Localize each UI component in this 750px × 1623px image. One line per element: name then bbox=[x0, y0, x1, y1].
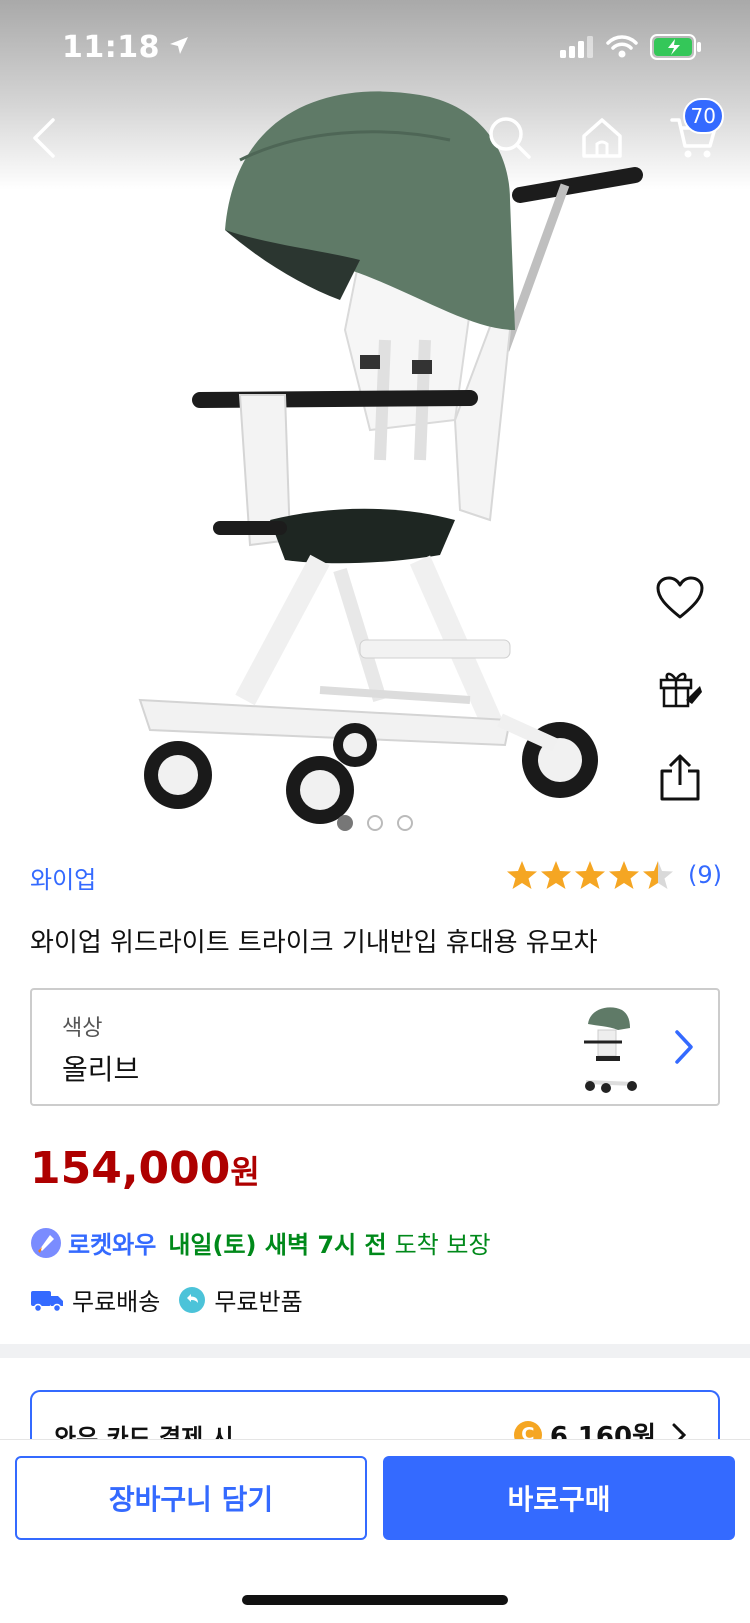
cart-count-badge: 70 bbox=[682, 98, 724, 134]
gallery-dot[interactable] bbox=[337, 815, 353, 831]
delivery-info: 로켓와우 내일(토) 새벽 7시 전 도착 보장 bbox=[30, 1225, 491, 1260]
chevron-right-icon bbox=[675, 1030, 693, 1064]
rating-summary[interactable]: (9) bbox=[506, 858, 722, 892]
back-chevron-icon bbox=[33, 118, 55, 158]
free-return-label: 무료반품 bbox=[214, 1288, 303, 1316]
home-button[interactable] bbox=[572, 108, 632, 168]
wifi-icon bbox=[606, 35, 638, 63]
color-option-selector[interactable]: 색상 올리브 bbox=[30, 988, 720, 1106]
gift-icon bbox=[659, 672, 702, 708]
delivery-date: 내일(토) 새벽 7시 전 bbox=[168, 1231, 387, 1259]
bottom-action-bar: 장바구니 담기 바로구매 bbox=[0, 1440, 750, 1623]
price-amount: 154,000 bbox=[30, 1143, 231, 1194]
return-icon bbox=[179, 1286, 206, 1313]
section-divider bbox=[0, 1344, 750, 1358]
brand-link[interactable]: 와이업 bbox=[30, 860, 96, 895]
rating-count: (9) bbox=[688, 861, 722, 889]
cellular-signal-icon bbox=[560, 36, 594, 62]
home-indicator bbox=[242, 1595, 508, 1605]
gallery-dot[interactable] bbox=[397, 815, 413, 831]
buy-now-button[interactable]: 바로구매 bbox=[383, 1456, 735, 1540]
share-button[interactable] bbox=[652, 750, 708, 806]
cart-button[interactable]: 70 bbox=[664, 98, 724, 168]
battery-charging-icon bbox=[650, 34, 702, 64]
share-icon bbox=[660, 754, 700, 801]
search-button[interactable] bbox=[480, 108, 540, 168]
back-button[interactable] bbox=[14, 108, 74, 168]
heart-icon bbox=[656, 576, 704, 619]
product-title: 와이업 위드라이트 트라이크 기내반입 휴대용 유모차 bbox=[30, 928, 598, 958]
status-time: 11:18 bbox=[62, 30, 160, 65]
home-icon bbox=[582, 118, 622, 158]
search-icon bbox=[489, 117, 531, 159]
delivery-guarantee: 도착 보장 bbox=[394, 1231, 491, 1259]
top-navigation: 70 bbox=[0, 98, 750, 180]
free-shipping-label: 무료배송 bbox=[72, 1288, 161, 1316]
star-rating bbox=[507, 861, 673, 889]
status-bar: 11:18 bbox=[0, 0, 750, 100]
gallery-dot[interactable] bbox=[367, 815, 383, 831]
price: 154,000원 bbox=[30, 1143, 260, 1194]
option-thumbnail bbox=[584, 1007, 637, 1093]
rocket-wow-icon bbox=[31, 1227, 61, 1258]
gift-button[interactable] bbox=[652, 660, 708, 716]
benefit-badges: 무료배송 무료반품 bbox=[30, 1282, 321, 1317]
rocket-wow-label: 로켓와우 bbox=[68, 1231, 157, 1259]
price-unit: 원 bbox=[230, 1153, 260, 1191]
location-arrow-icon bbox=[168, 30, 190, 65]
option-label: 색상 bbox=[62, 1016, 103, 1041]
add-to-cart-button[interactable]: 장바구니 담기 bbox=[15, 1456, 367, 1540]
side-action-bar bbox=[650, 570, 710, 806]
option-value: 올리브 bbox=[62, 1053, 140, 1086]
gallery-pagination bbox=[0, 815, 750, 831]
wishlist-button[interactable] bbox=[652, 570, 708, 626]
delivery-truck-icon bbox=[31, 1290, 63, 1312]
